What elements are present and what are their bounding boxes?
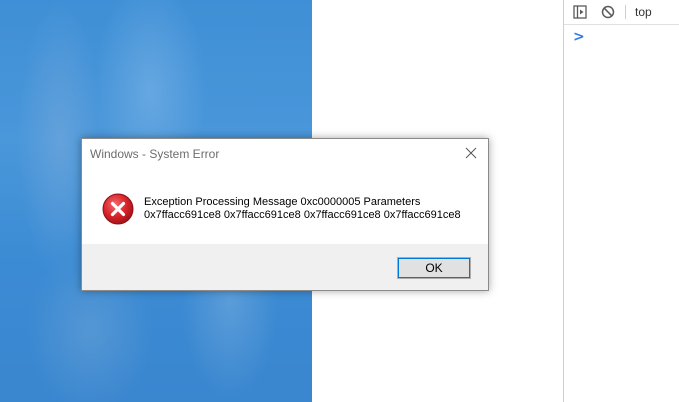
error-message-line-2: 0x7ffacc691ce8 0x7ffacc691ce8 0x7ffacc69… <box>144 209 461 221</box>
toolbar-divider <box>625 5 626 19</box>
error-message-line-1: Exception Processing Message 0xc0000005 … <box>144 196 421 208</box>
error-message: Exception Processing Message 0xc0000005 … <box>144 196 461 222</box>
sidebar-toggle-icon[interactable] <box>572 4 588 20</box>
console-prompt-icon[interactable]: > <box>573 29 585 45</box>
context-selector[interactable]: top <box>635 5 652 19</box>
ok-button[interactable]: OK <box>397 257 471 279</box>
system-error-dialog: Windows - System Error Exception Process… <box>81 138 489 291</box>
clear-console-icon[interactable] <box>600 4 616 20</box>
dialog-button-bar: OK <box>82 244 488 290</box>
error-icon <box>102 193 134 225</box>
dialog-title: Windows - System Error <box>90 147 220 161</box>
console-toolbar: top <box>564 0 679 25</box>
devtools-console-panel: top > <box>563 0 679 402</box>
close-icon[interactable] <box>464 146 478 160</box>
